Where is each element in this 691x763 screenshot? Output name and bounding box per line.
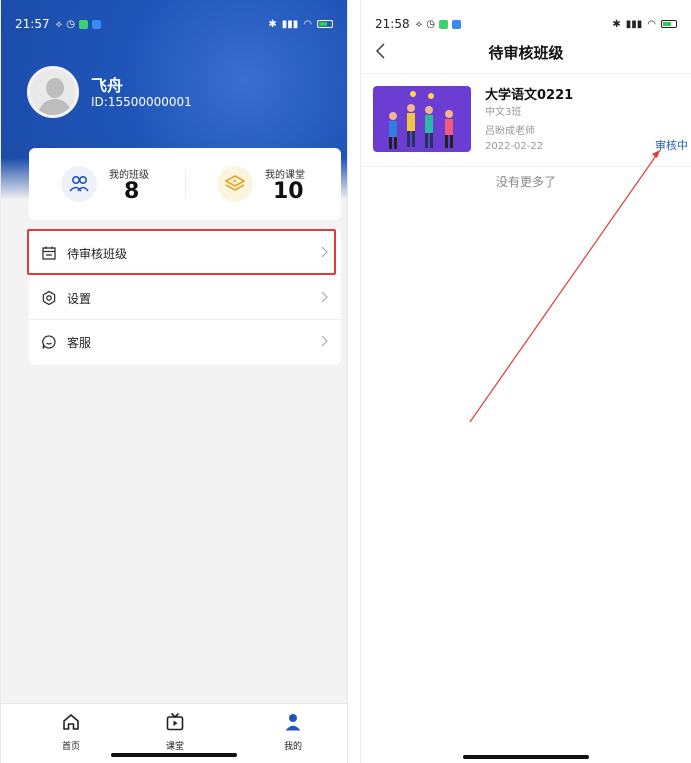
chevron-right-icon <box>321 291 328 303</box>
tab-bar: 首页 课堂 我的 <box>1 703 347 763</box>
class-teacher: 吕盼成老师 <box>485 126 535 137</box>
battery-icon <box>661 20 677 28</box>
user-name: 飞舟 <box>91 76 124 95</box>
cellular-signal-icon: ▮▮▮ <box>281 18 299 30</box>
user-icon <box>285 714 301 731</box>
profile-screen: 21:57 ⟡ ◷ ✱ ▮▮▮ ◠ 飞舟 ID:15500000001 我的班级… <box>0 0 348 763</box>
navigation-bar: 待审核班级 <box>361 36 691 70</box>
tab-label: 我的 <box>283 742 302 752</box>
divider <box>361 166 691 167</box>
stat-my-classes[interactable]: 我的班级 8 <box>29 148 185 220</box>
highlight-box <box>27 229 336 275</box>
layers-play-icon <box>217 166 253 202</box>
tab-classroom[interactable]: 课堂 <box>145 712 205 752</box>
wifi-icon: ◠ <box>303 18 312 30</box>
stats-card: 我的班级 8 我的课堂 10 <box>29 148 341 220</box>
user-id: ID:15500000001 <box>91 95 192 109</box>
status-time: 21:57 <box>15 17 50 31</box>
page-title: 待审核班级 <box>488 44 564 62</box>
wifi-icon: ◠ <box>647 18 656 30</box>
pending-class-card[interactable]: 大学语文0221 中文3班 吕盼成老师 2022-02-22 审核中 <box>361 76 691 160</box>
tab-label: 首页 <box>61 742 80 752</box>
menu-item-customer-service[interactable]: 客服 <box>29 320 341 364</box>
chevron-right-icon <box>321 335 328 347</box>
divider <box>361 73 691 74</box>
class-thumbnail <box>373 86 471 152</box>
class-group: 中文3班 <box>485 107 522 118</box>
home-indicator <box>463 755 589 759</box>
status-bar: 21:58 ⟡ ◷ ✱ ▮▮▮ ◠ <box>361 10 691 38</box>
menu-item-label: 客服 <box>67 335 92 350</box>
bluetooth-icon: ✱ <box>612 18 621 30</box>
tab-home[interactable]: 首页 <box>41 712 101 752</box>
alarm-icon: ◷ <box>426 18 435 30</box>
menu-item-label: 设置 <box>67 291 92 306</box>
settings-icon <box>42 290 56 306</box>
signal-boost-icon: ⟡ <box>415 18 423 30</box>
app-notification-icon <box>91 19 101 29</box>
app-notification-icon <box>78 19 88 29</box>
stat-my-classrooms[interactable]: 我的课堂 10 <box>185 148 341 220</box>
tab-label: 课堂 <box>165 742 184 752</box>
tab-me[interactable]: 我的 <box>263 712 323 752</box>
stat-value: 10 <box>273 179 304 204</box>
signal-boost-icon: ⟡ <box>55 18 63 30</box>
avatar[interactable] <box>27 66 79 118</box>
status-bar: 21:57 ⟡ ◷ ✱ ▮▮▮ ◠ <box>1 10 347 38</box>
tv-play-icon <box>166 712 184 731</box>
menu-item-settings[interactable]: 设置 <box>29 276 341 320</box>
home-indicator <box>111 753 237 757</box>
cellular-signal-icon: ▮▮▮ <box>625 18 643 30</box>
app-notification-icon <box>451 19 461 29</box>
chat-bubble-icon <box>42 335 56 349</box>
bluetooth-icon: ✱ <box>268 18 277 30</box>
status-badge: 审核中 <box>655 139 688 152</box>
users-icon <box>61 166 97 202</box>
class-name: 大学语文0221 <box>485 88 574 103</box>
alarm-icon: ◷ <box>66 18 75 30</box>
class-date: 2022-02-22 <box>485 141 544 152</box>
pending-classes-screen: 21:58 ⟡ ◷ ✱ ▮▮▮ ◠ 待审核班级 大学语文0221 中文3班 吕盼… <box>360 0 691 763</box>
app-notification-icon <box>438 19 448 29</box>
list-end-text: 没有更多了 <box>495 175 556 189</box>
battery-icon <box>317 20 333 28</box>
home-icon <box>63 714 79 730</box>
status-time: 21:58 <box>375 17 410 31</box>
stat-value: 8 <box>124 179 140 204</box>
